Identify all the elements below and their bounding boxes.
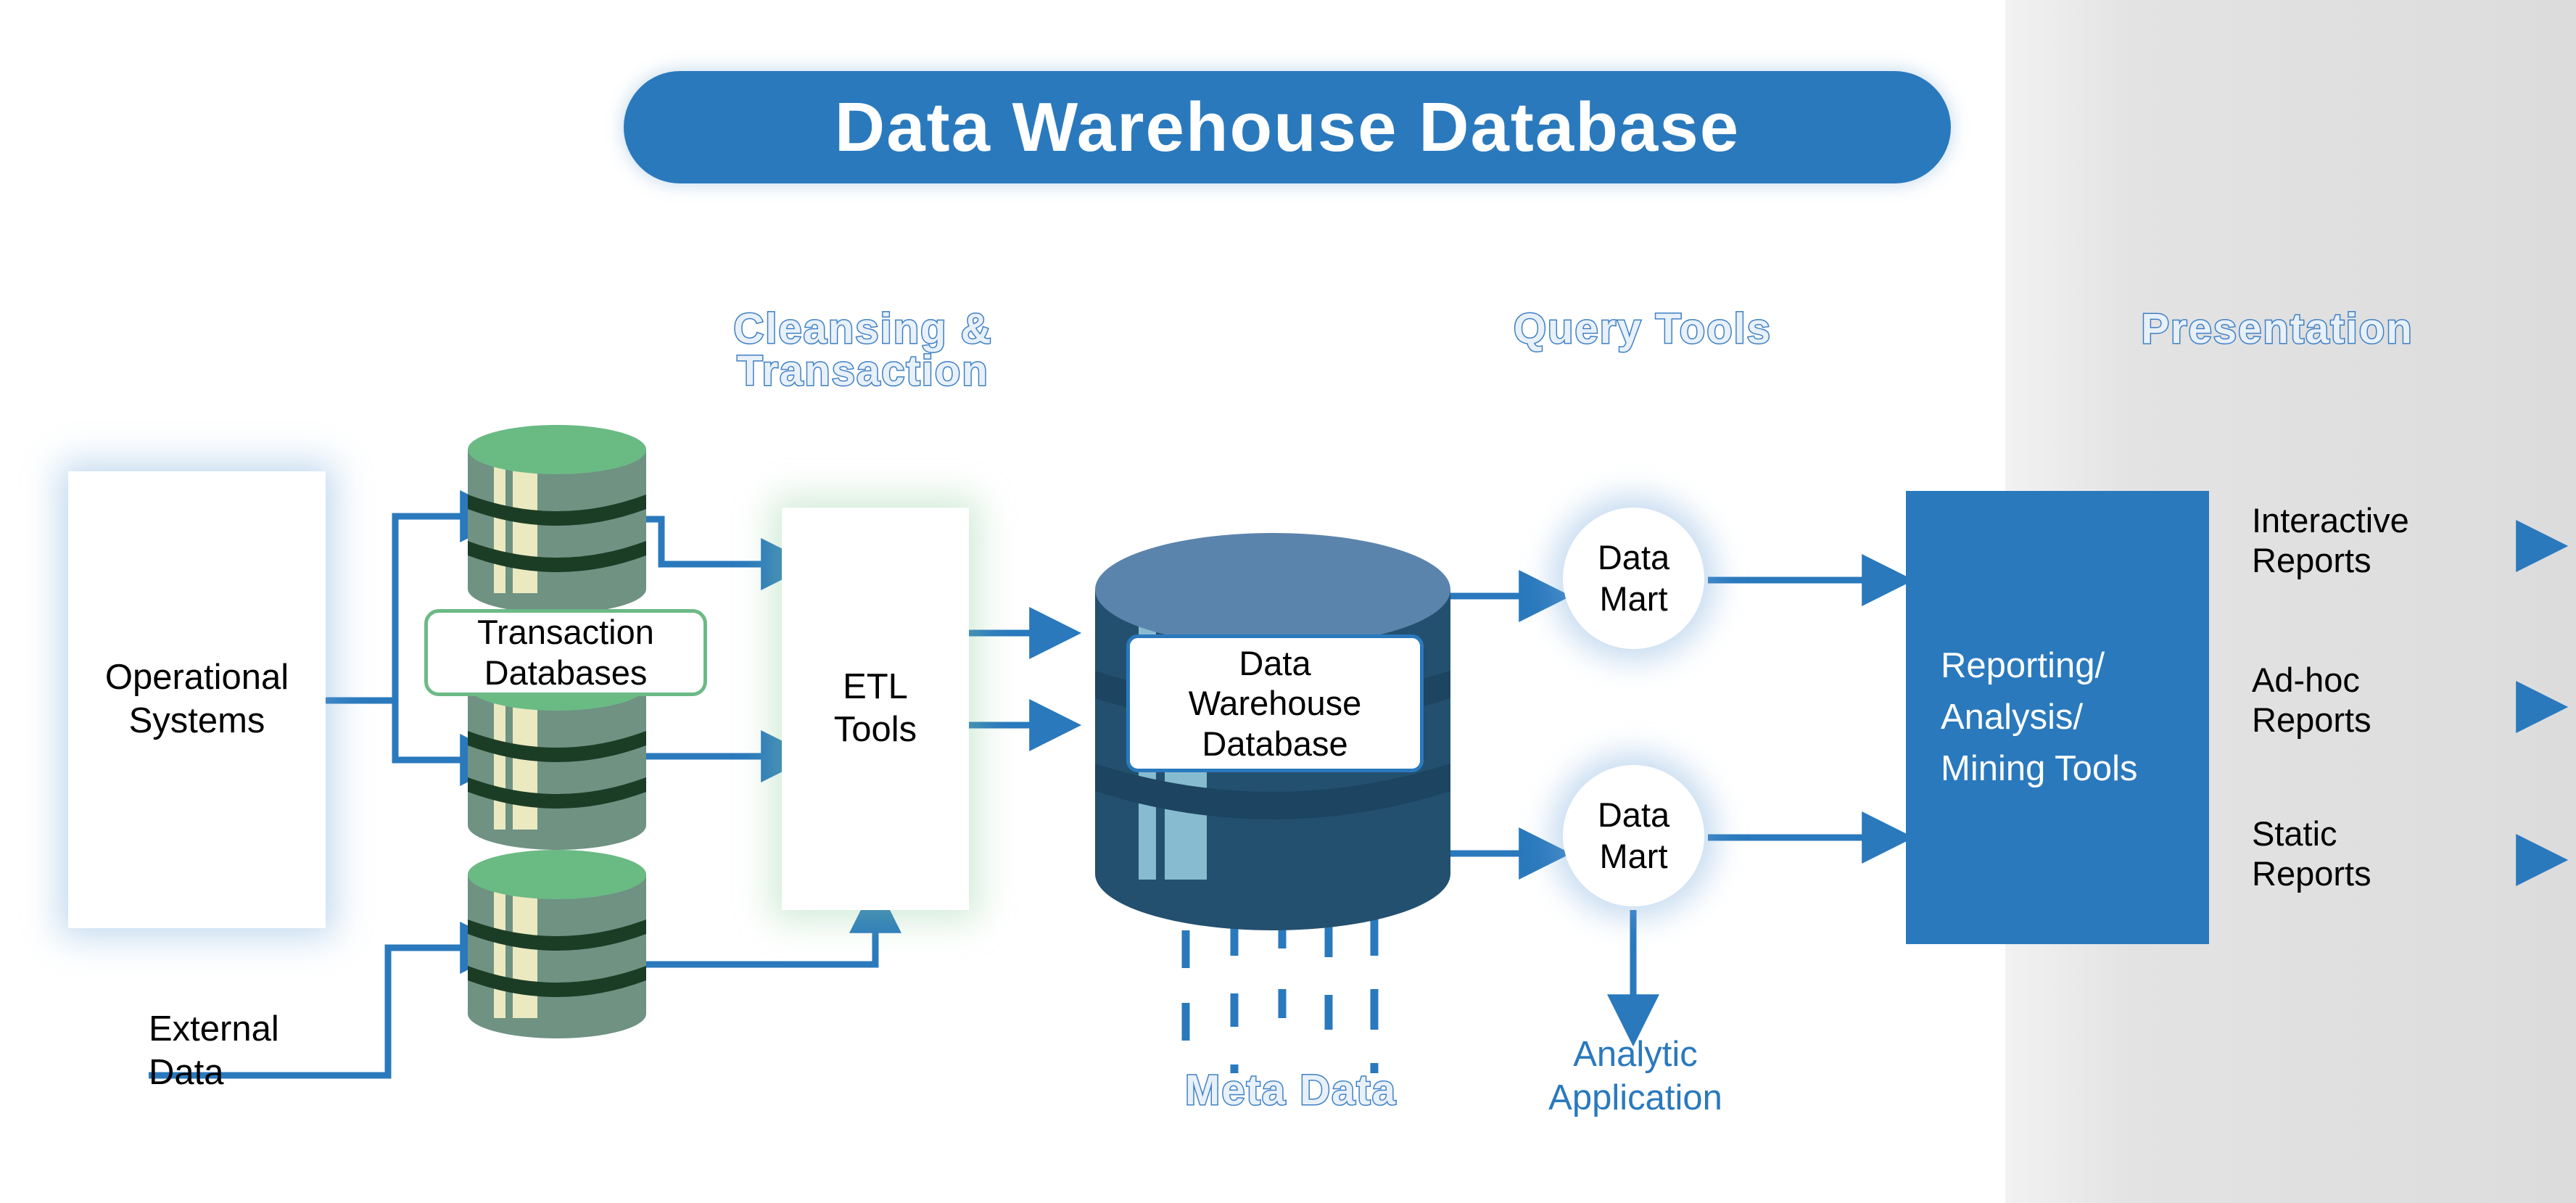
output-static-line2: Reports: [2252, 854, 2371, 893]
reporting-tools-box: Reporting/ Analysis/ Mining Tools: [1906, 491, 2209, 944]
data-mart-top: Data Mart: [1563, 508, 1704, 649]
transaction-databases-line1: Transaction: [477, 612, 654, 651]
output-label-static-reports: Static Reports: [2252, 814, 2371, 894]
page-title-text: Data Warehouse Database: [834, 88, 1741, 166]
reporting-tools-line2: Analysis/: [1941, 697, 2084, 737]
external-data-label: External Data: [149, 1008, 330, 1095]
operational-systems-line1: Operational: [104, 658, 289, 698]
output-adhoc-line2: Reports: [2252, 700, 2371, 740]
section-header-cleansing-line1: Cleansing &: [732, 305, 993, 352]
data-mart-top-text: Data Mart: [1598, 537, 1669, 619]
etl-tools-line2: Tools: [833, 710, 917, 750]
data-mart-top-line2: Mart: [1599, 579, 1668, 618]
operational-systems-box: Operational Systems: [68, 471, 326, 928]
external-data-line2: Data: [149, 1052, 224, 1092]
section-header-cleansing: Cleansing & Transaction: [638, 305, 1088, 394]
analytic-application-line1: Analytic: [1573, 1035, 1698, 1074]
data-mart-bottom: Data Mart: [1563, 765, 1704, 906]
database-cylinder-icon-1: [468, 425, 646, 613]
database-cylinder-icon-3: [468, 850, 646, 1038]
analytic-application-line2: Application: [1548, 1078, 1722, 1117]
section-header-presentation: Presentation: [2140, 305, 2414, 352]
data-mart-bottom-text: Data Mart: [1598, 795, 1669, 877]
reporting-tools-line1: Reporting/: [1941, 645, 2105, 685]
operational-systems-line2: Systems: [128, 701, 265, 740]
data-warehouse-line3: Database: [1202, 724, 1348, 763]
output-static-line1: Static: [2252, 814, 2337, 853]
transaction-databases-line2: Databases: [484, 653, 648, 692]
data-warehouse-label: Data Warehouse Database: [1126, 634, 1424, 772]
data-warehouse-line1: Data: [1239, 643, 1311, 682]
meta-data-label: Meta Data: [1184, 1066, 1397, 1115]
output-label-interactive-reports: Interactive Reports: [2252, 500, 2409, 581]
data-warehouse-text: Data Warehouse Database: [1189, 643, 1362, 764]
analytic-application-label: Analytic Application: [1505, 1033, 1766, 1120]
output-label-adhoc-reports: Ad-hoc Reports: [2252, 660, 2371, 740]
data-warehouse-line2: Warehouse: [1188, 684, 1362, 723]
external-data-line1: External: [149, 1009, 279, 1049]
etl-tools-box: ETL Tools: [782, 508, 969, 910]
operational-systems-label: Operational Systems: [68, 656, 326, 743]
output-adhoc-line1: Ad-hoc: [2252, 661, 2360, 699]
etl-tools-label: ETL Tools: [782, 666, 969, 753]
data-mart-bottom-line1: Data: [1597, 795, 1670, 835]
etl-tools-line1: ETL: [843, 666, 908, 706]
page-title: Data Warehouse Database: [624, 71, 1951, 183]
section-header-query-tools: Query Tools: [1512, 305, 1772, 352]
transaction-databases-text: Transaction Databases: [477, 612, 654, 694]
data-mart-bottom-line2: Mart: [1599, 836, 1668, 875]
section-header-cleansing-line2: Transaction: [736, 347, 989, 394]
transaction-databases-label: Transaction Databases: [424, 609, 707, 696]
reporting-tools-line3: Mining Tools: [1941, 749, 2138, 789]
diagram-canvas: Data Warehouse Database Cleansing & Tran…: [0, 0, 2576, 1203]
output-interactive-line1: Interactive: [2252, 501, 2409, 540]
reporting-tools-label: Reporting/ Analysis/ Mining Tools: [1906, 640, 2137, 795]
data-mart-top-line1: Data: [1597, 538, 1670, 577]
output-interactive-line2: Reports: [2252, 541, 2371, 580]
